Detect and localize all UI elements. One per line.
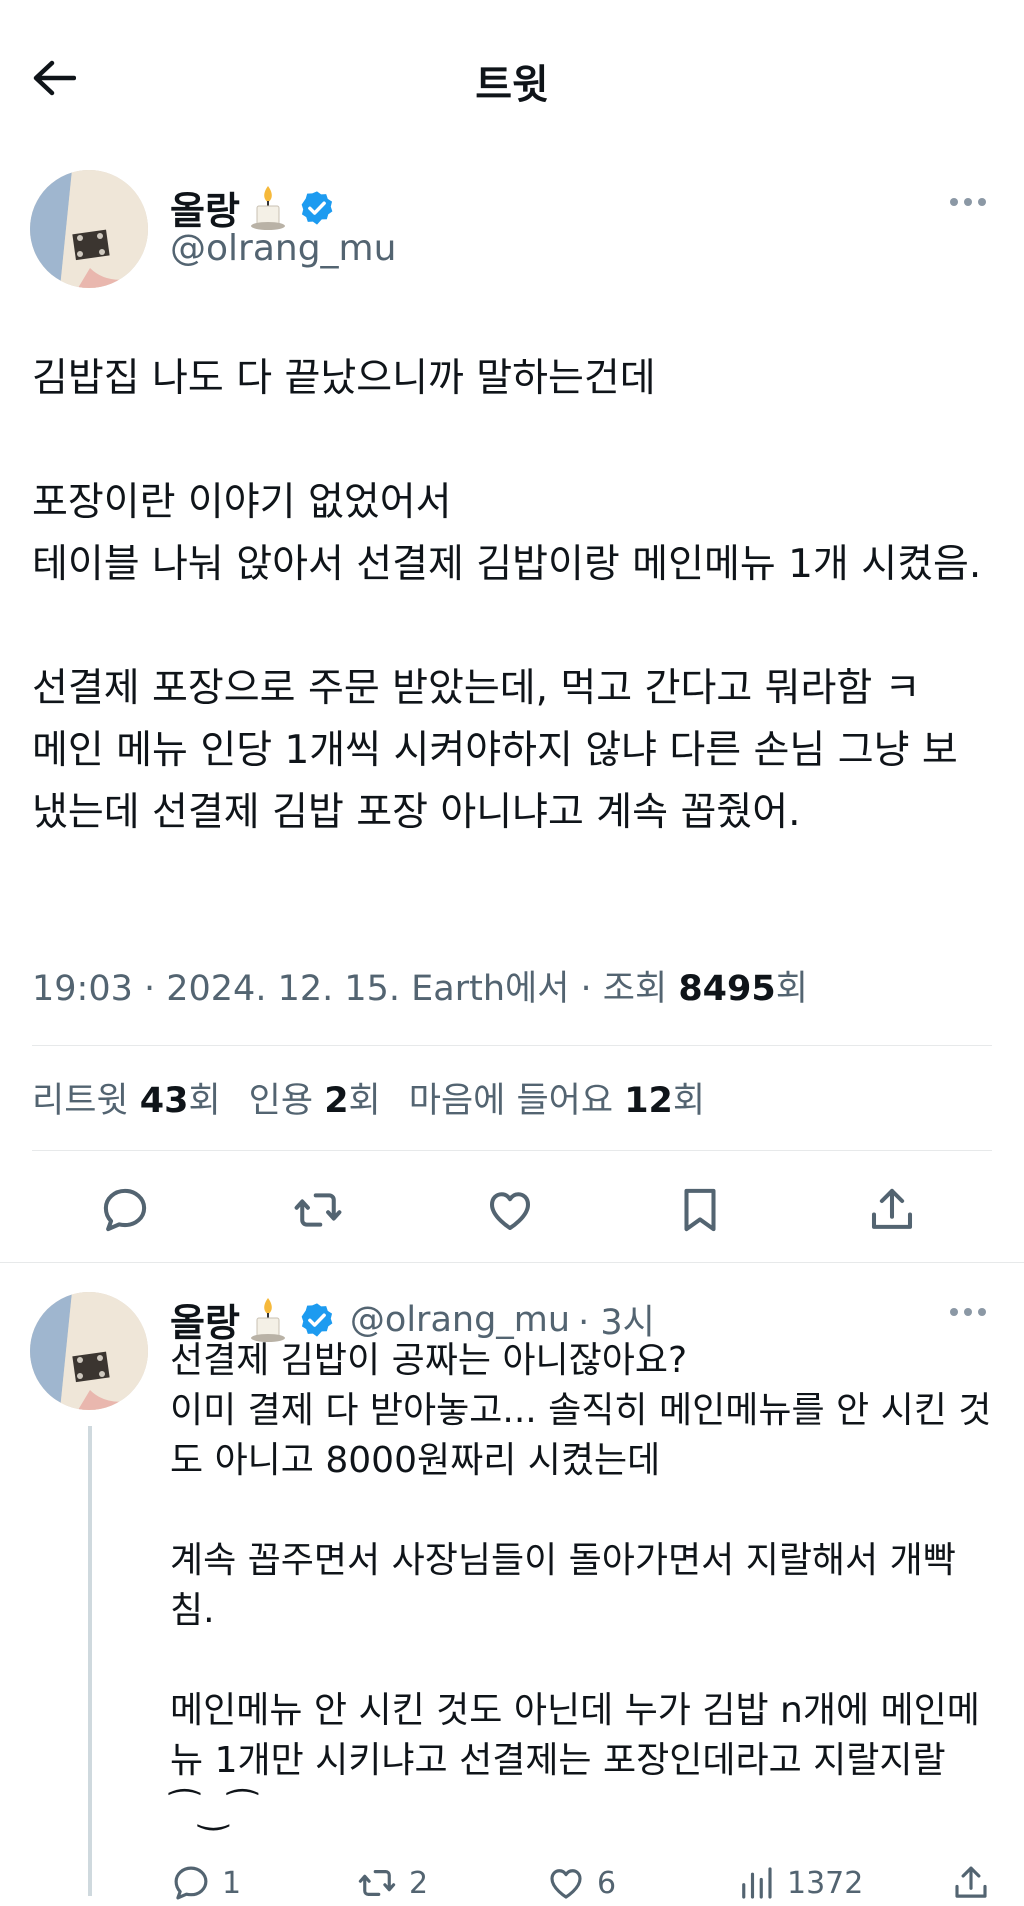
tweet-text: 김밥집 나도 다 끝났으니까 말하는건데 포장이란 이야기 없었어서 테이블 나… [32,356,982,835]
retweet-count: 2 [409,1865,429,1901]
reply-count: 1 [222,1865,242,1901]
reply-action-bar: 1 2 6 1372 [170,1858,1000,1906]
divider [32,1045,992,1046]
more-icon [950,198,958,206]
reply-share-button[interactable] [950,1862,992,1904]
more-button[interactable] [950,198,986,206]
more-icon [950,1308,958,1316]
author-name-row[interactable]: 올랑 [170,180,336,235]
author-handle[interactable]: @olrang_mu [170,228,396,269]
tweet-meta: 19:03 · 2024. 12. 15. Earth에서 · 조회 8495회 [32,960,808,1011]
action-bar [0,1170,1024,1250]
reply-retweet-button[interactable]: 2 [355,1862,428,1904]
reply-button[interactable] [85,1170,165,1250]
like-icon [550,1869,582,1899]
reply-reply-button[interactable]: 1 [170,1862,241,1904]
share-icon [871,1188,913,1229]
view-count: 8495 [678,969,776,1009]
like-count: 6 [597,1865,617,1901]
like-icon [489,1192,531,1231]
retweet-button[interactable] [278,1170,358,1250]
reply-text: 선결제 김밥이 공짜는 아니잖아요? 이미 결제 다 받아놓고... 솔직히 메… [170,1340,992,1831]
like-stat[interactable]: 마음에 들어요 12회 [409,1072,705,1123]
bookmark-icon [684,1188,716,1232]
view-count: 1372 [787,1865,864,1901]
bookmark-button[interactable] [660,1170,740,1250]
candle-icon [250,185,285,230]
reply-icon [174,1866,208,1900]
author-name: 올랑 [170,189,240,233]
reply-more-button[interactable] [950,1308,986,1316]
share-button[interactable] [852,1170,932,1250]
divider [0,1262,1024,1263]
top-bar: 트윗 [0,0,1024,160]
views-icon [742,1867,772,1899]
quote-stat[interactable]: 인용 2회 [249,1072,381,1123]
retweet-stat[interactable]: 리트윗 43회 [32,1072,221,1123]
share-icon [955,1866,987,1898]
reply-like-button[interactable]: 6 [545,1862,616,1904]
reply-icon [103,1188,147,1232]
tweet-timestamp[interactable]: 19:03 · 2024. 12. 15. Earth에서 · 조회 [32,969,678,1009]
retweet-icon [358,1870,396,1896]
divider [32,1150,992,1151]
thread-line [88,1426,92,1896]
like-button[interactable] [470,1170,550,1250]
retweet-icon [294,1193,342,1227]
reply-author-handle: @olrang_mu [349,1299,571,1340]
avatar[interactable] [30,170,148,288]
reply-avatar[interactable] [30,1292,148,1410]
reply-views-button[interactable]: 1372 [735,1862,863,1904]
verified-badge-icon [301,1302,333,1337]
view-suffix: 회 [775,969,808,1009]
page-title: 트윗 [475,62,549,108]
engagement-stats: 리트윗 43회 인용 2회 마음에 들어요 12회 [32,1072,705,1123]
verified-badge-icon [301,190,333,225]
